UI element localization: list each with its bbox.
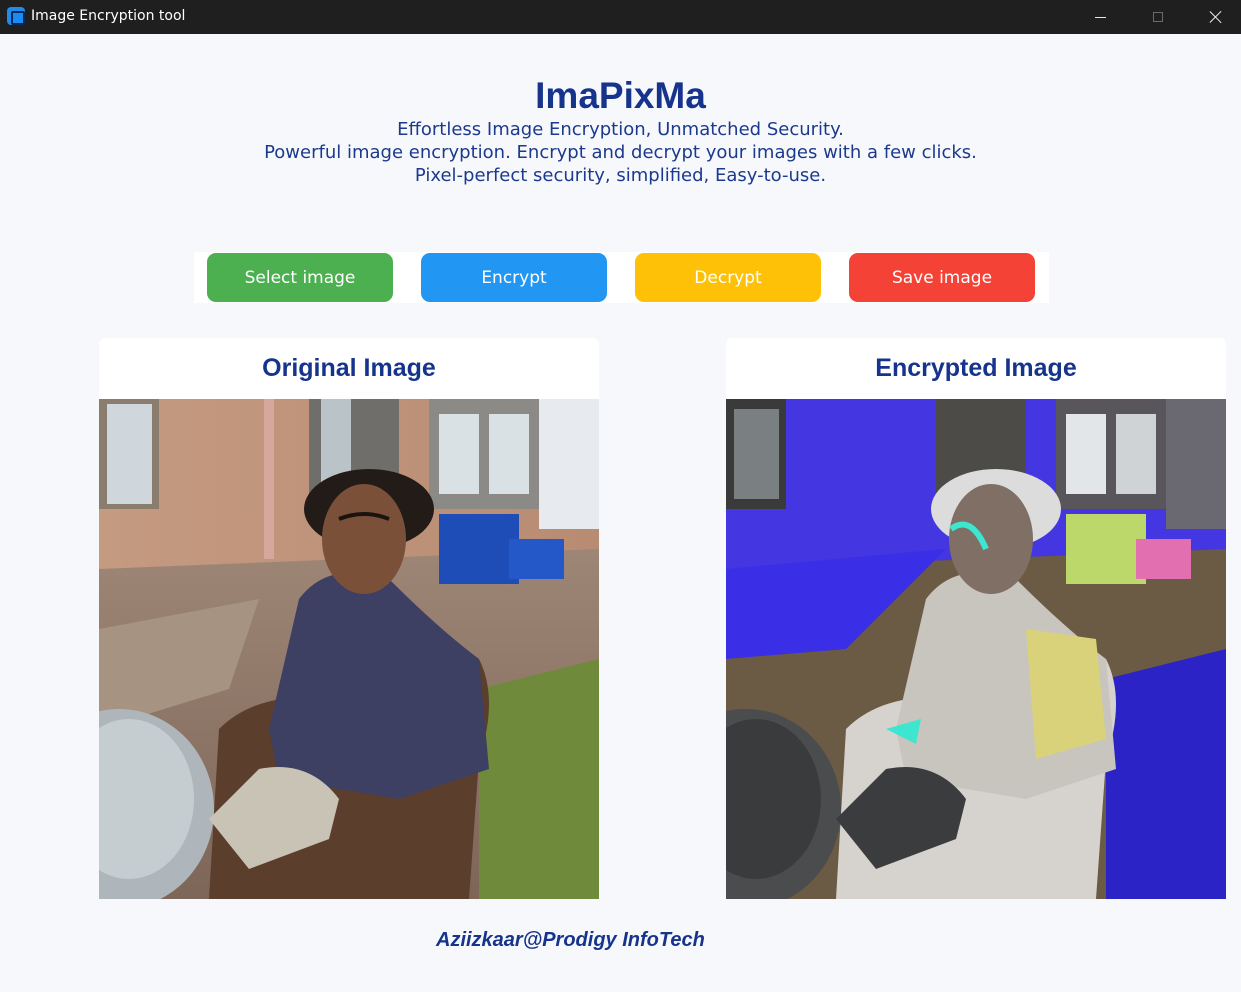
maximize-icon bbox=[1153, 12, 1163, 22]
encrypted-image bbox=[726, 399, 1226, 899]
close-icon bbox=[1209, 10, 1223, 24]
minimize-icon bbox=[1094, 16, 1106, 18]
maximize-button[interactable] bbox=[1129, 0, 1187, 34]
encrypted-image-panel: Encrypted Image bbox=[726, 338, 1226, 899]
select-image-button[interactable]: Select image bbox=[207, 253, 393, 302]
header: ImaPixMa Effortless Image Encryption, Un… bbox=[0, 74, 1241, 187]
action-toolbar: Select image Encrypt Decrypt Save image bbox=[194, 252, 1049, 303]
footer-credit: Aziizkaar@Prodigy InfoTech bbox=[436, 929, 705, 951]
title-bar: Image Encryption tool bbox=[0, 0, 1241, 34]
original-image-title: Original Image bbox=[262, 354, 436, 382]
app-icon bbox=[7, 7, 25, 25]
original-image bbox=[99, 399, 599, 899]
encrypted-image-title: Encrypted Image bbox=[875, 354, 1077, 382]
tagline-2: Powerful image encryption. Encrypt and d… bbox=[264, 142, 977, 163]
encrypt-button[interactable]: Encrypt bbox=[421, 253, 607, 302]
decrypt-button[interactable]: Decrypt bbox=[635, 253, 821, 302]
window-title: Image Encryption tool bbox=[31, 8, 186, 24]
save-image-button[interactable]: Save image bbox=[849, 253, 1035, 302]
minimize-button[interactable] bbox=[1071, 0, 1129, 34]
original-image-panel: Original Image bbox=[99, 338, 599, 899]
close-button[interactable] bbox=[1187, 0, 1241, 34]
app-name: ImaPixMa bbox=[535, 75, 706, 116]
tagline-3: Pixel-perfect security, simplified, Easy… bbox=[414, 165, 827, 186]
tagline-1: Effortless Image Encryption, Unmatched S… bbox=[397, 119, 844, 140]
